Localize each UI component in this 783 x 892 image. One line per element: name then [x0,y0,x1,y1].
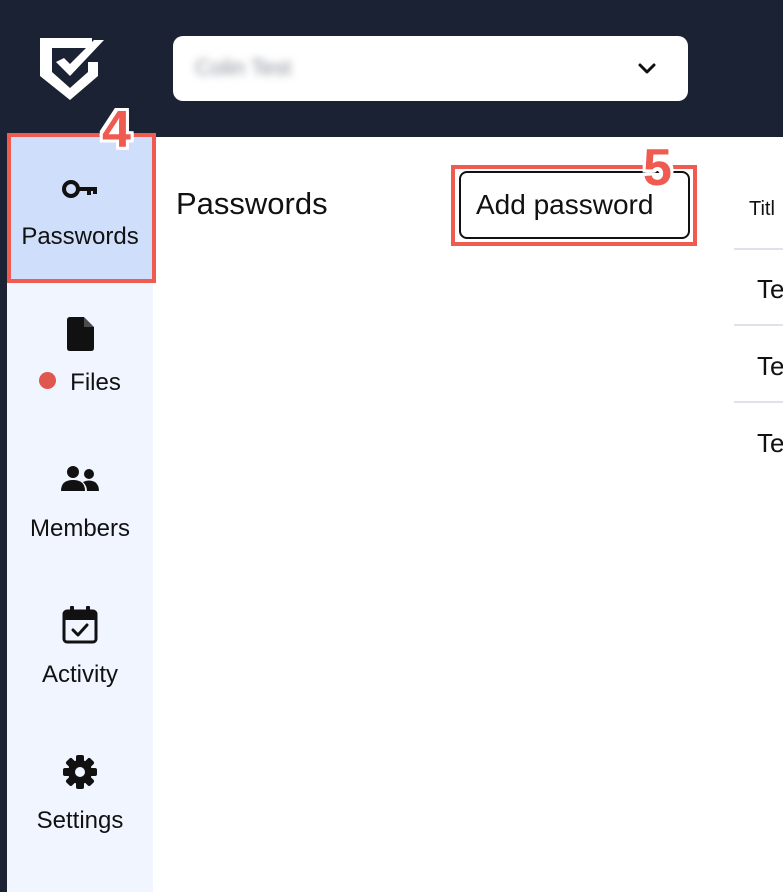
page-title: Passwords [176,186,328,221]
table-divider [734,324,783,326]
table-divider [734,248,783,250]
table-row[interactable]: Te [757,274,783,305]
chevron-down-icon [638,63,656,74]
sidebar-item-label: Passwords [21,223,139,250]
file-icon [67,317,94,351]
calendar-check-icon [62,606,98,644]
notification-dot [39,372,57,389]
sidebar-item-label: Settings [36,807,124,834]
annotation-number-step-4: 4 [102,101,131,159]
table-divider [734,401,783,403]
left-gutter [0,137,7,892]
workspace-selector[interactable]: Colin Test [173,36,688,101]
sidebar-item-settings[interactable]: Settings [7,721,153,867]
sidebar-item-files[interactable]: Files [7,283,153,429]
sidebar-item-label: Activity [41,661,118,688]
gear-icon [63,755,97,789]
table-row[interactable]: Te [757,351,783,382]
sidebar-item-members[interactable]: Members [7,429,153,575]
workspace-name: Colin Test [195,55,292,80]
shield-check-logo[interactable] [36,32,108,104]
sidebar-item-label: Files [7,369,153,397]
annotation-number-step-5: 5 [643,139,672,197]
key-icon [62,180,97,198]
sidebar-item-activity[interactable]: Activity [7,575,153,721]
table-row[interactable]: Te [757,428,783,459]
sidebar-item-label: Members [29,515,131,542]
sidebar-item-passwords[interactable]: Passwords [7,137,153,283]
table-header-title[interactable]: Titl [749,198,775,221]
members-icon [61,466,99,491]
